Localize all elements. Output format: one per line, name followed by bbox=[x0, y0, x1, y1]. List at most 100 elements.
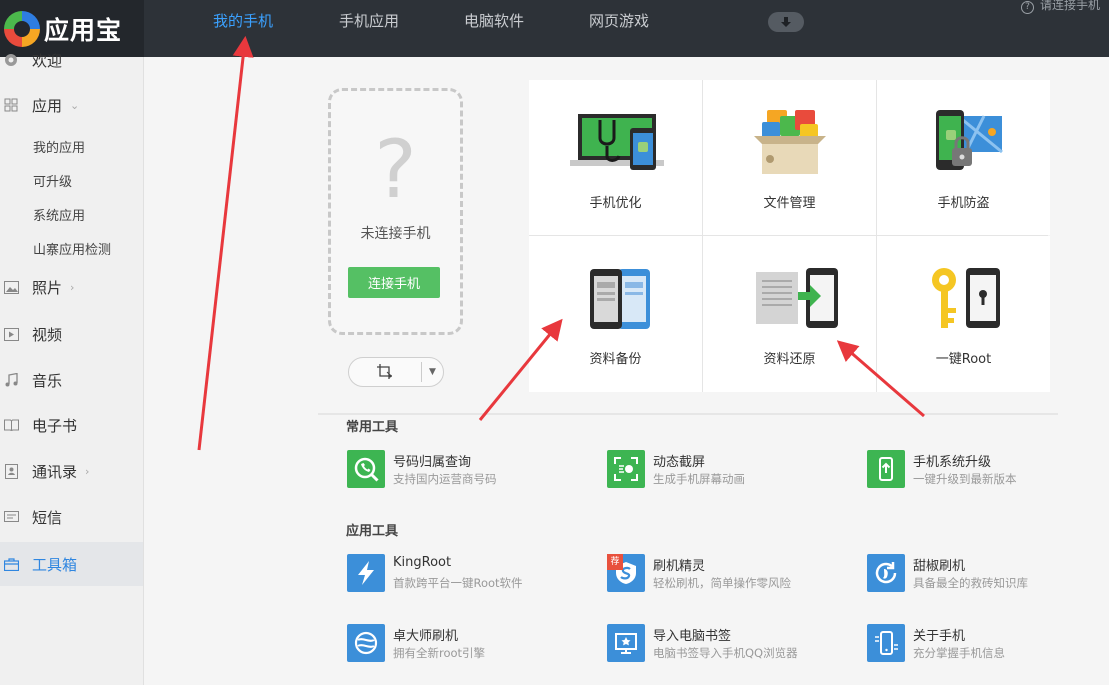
sidebar-item-label: 应用 bbox=[32, 96, 63, 115]
section-title-common-tools: 常用工具 bbox=[346, 420, 399, 435]
key-phone-icon bbox=[877, 266, 1050, 336]
connect-hint[interactable]: ? 请连接手机 bbox=[1021, 0, 1100, 14]
phone-info-icon bbox=[867, 624, 905, 662]
tool-name: 号码归属查询 bbox=[393, 455, 472, 470]
tool-system-upgrade[interactable]: 手机系统升级 一键升级到最新版本 bbox=[867, 450, 1109, 494]
tool-number-lookup[interactable]: 号码归属查询 支持国内运营商号码 bbox=[347, 450, 607, 494]
sidebar-sub-fake-app-check[interactable]: 山寨应用检测 bbox=[33, 239, 111, 258]
phone-lock-map-icon bbox=[877, 106, 1050, 176]
sidebar-item-music[interactable]: 音乐 bbox=[0, 360, 143, 400]
sidebar-item-sms[interactable]: 短信 bbox=[0, 497, 143, 537]
feature-one-click-root[interactable]: 一键Root bbox=[877, 236, 1050, 392]
lightning-icon bbox=[347, 554, 385, 592]
screenshot-button[interactable]: ▼ bbox=[348, 357, 444, 387]
feature-label: 一键Root bbox=[935, 352, 992, 367]
sidebar-item-label: 工具箱 bbox=[32, 555, 78, 574]
backup-phones-icon bbox=[529, 266, 702, 336]
contacts-icon bbox=[3, 463, 19, 479]
section-divider bbox=[318, 413, 1058, 415]
sidebar-item-label: 通讯录 bbox=[32, 462, 78, 481]
screen-capture-icon bbox=[607, 450, 645, 488]
feature-data-backup[interactable]: 资料备份 bbox=[529, 236, 702, 392]
tool-desc: 支持国内运营商号码 bbox=[393, 472, 497, 486]
sidebar-item-apps[interactable]: 应用 ⌄ bbox=[0, 85, 143, 125]
feature-file-manager[interactable]: 文件管理 bbox=[703, 80, 876, 235]
tool-name: 导入电脑书签 bbox=[653, 629, 732, 644]
tool-kingroot[interactable]: KingRoot 首款跨平台一键Root软件 bbox=[347, 554, 607, 598]
tool-about-phone[interactable]: 关于手机 充分掌握手机信息 bbox=[867, 624, 1109, 668]
feature-label: 文件管理 bbox=[763, 196, 816, 211]
grid-icon bbox=[3, 97, 19, 113]
phone-connect-card: ? 未连接手机 连接手机 bbox=[328, 88, 463, 335]
tool-desc: 轻松刷机，简单操作零风险 bbox=[653, 576, 791, 590]
video-icon bbox=[3, 326, 19, 342]
sidebar-item-welcome[interactable]: 欢迎 bbox=[0, 40, 143, 80]
chevron-right-icon: › bbox=[85, 464, 90, 478]
tool-zhuo-master-flash[interactable]: 卓大师刷机 拥有全新root引擎 bbox=[347, 624, 607, 668]
orbit-icon bbox=[347, 624, 385, 662]
tool-desc: 一键升级到最新版本 bbox=[913, 472, 1017, 486]
download-button[interactable] bbox=[768, 12, 804, 32]
unknown-phone-icon: ? bbox=[374, 123, 417, 216]
feature-grid: 手机优化 文件管理 手机防盗 资料备份 资料还原 一键Root bbox=[529, 80, 1050, 392]
sidebar-item-label: 照片 bbox=[32, 278, 63, 297]
feature-phone-optimize[interactable]: 手机优化 bbox=[529, 80, 702, 235]
tool-name: 卓大师刷机 bbox=[393, 629, 459, 644]
tool-desc: 拥有全新root引擎 bbox=[393, 646, 486, 660]
top-bar: 应用宝 我的手机 手机应用 电脑软件 网页游戏 ? 请连接手机 bbox=[0, 0, 1109, 57]
tool-name: 关于手机 bbox=[913, 629, 966, 644]
sidebar-item-toolbox[interactable]: 工具箱 bbox=[0, 542, 143, 586]
sidebar-sub-my-apps[interactable]: 我的应用 bbox=[33, 137, 85, 156]
chevron-down-icon: ⌄ bbox=[70, 98, 80, 112]
book-icon bbox=[3, 417, 19, 433]
section-title-app-tools: 应用工具 bbox=[346, 524, 399, 539]
tool-tianjiao-flash[interactable]: 甜椒刷机 具备最全的救砖知识库 bbox=[867, 554, 1109, 598]
sidebar-item-contacts[interactable]: 通讯录 › bbox=[0, 451, 143, 491]
sidebar-item-label: 视频 bbox=[32, 325, 63, 344]
bookmark-screen-icon bbox=[607, 624, 645, 662]
sidebar-item-label: 欢迎 bbox=[32, 51, 63, 70]
feature-label: 手机优化 bbox=[589, 196, 642, 211]
sidebar: 欢迎 应用 ⌄ 我的应用 可升级 系统应用 山寨应用检测 照片 › 视频 音乐 … bbox=[0, 52, 144, 685]
refresh-pepper-icon bbox=[867, 554, 905, 592]
tool-flash-genie[interactable]: 荐 刷机精灵 轻松刷机，简单操作零风险 bbox=[607, 554, 867, 598]
sidebar-item-photos[interactable]: 照片 › bbox=[0, 267, 143, 307]
sidebar-sub-upgradable[interactable]: 可升级 bbox=[33, 171, 72, 190]
tool-desc: 生成手机屏幕动画 bbox=[653, 472, 745, 486]
tool-desc: 首款跨平台一键Root软件 bbox=[393, 576, 523, 590]
file-box-icon bbox=[703, 106, 876, 176]
tool-dynamic-screenshot[interactable]: 动态截屏 生成手机屏幕动画 bbox=[607, 450, 867, 494]
feature-label: 资料备份 bbox=[589, 352, 642, 367]
toolbox-icon bbox=[3, 556, 19, 572]
connect-phone-button[interactable]: 连接手机 bbox=[348, 267, 440, 298]
screenshot-icon bbox=[349, 363, 421, 381]
sidebar-item-label: 电子书 bbox=[32, 416, 78, 435]
nav-pc-software[interactable]: 电脑软件 bbox=[464, 10, 524, 31]
phone-search-icon bbox=[347, 450, 385, 488]
phone-upgrade-icon bbox=[867, 450, 905, 488]
feature-data-restore[interactable]: 资料还原 bbox=[703, 236, 876, 392]
help-icon: ? bbox=[1021, 1, 1034, 14]
sidebar-item-ebook[interactable]: 电子书 bbox=[0, 405, 143, 445]
tool-import-bookmarks[interactable]: 导入电脑书签 电脑书签导入手机QQ浏览器 bbox=[607, 624, 867, 668]
download-icon bbox=[781, 17, 791, 27]
nav-my-phone[interactable]: 我的手机 bbox=[213, 10, 273, 31]
sidebar-item-video[interactable]: 视频 bbox=[0, 314, 143, 354]
recommended-badge: 荐 bbox=[607, 554, 623, 570]
sidebar-item-label: 短信 bbox=[32, 508, 63, 527]
sidebar-item-label: 音乐 bbox=[32, 371, 63, 390]
sidebar-sub-system-apps[interactable]: 系统应用 bbox=[33, 205, 85, 224]
feature-anti-theft[interactable]: 手机防盗 bbox=[877, 80, 1050, 235]
feature-label: 手机防盗 bbox=[937, 196, 990, 211]
annotation-arrow-nav bbox=[197, 35, 254, 451]
music-icon bbox=[3, 372, 19, 388]
nav-phone-apps[interactable]: 手机应用 bbox=[339, 10, 399, 31]
phone-status: 未连接手机 bbox=[360, 226, 431, 242]
caret-down-icon[interactable]: ▼ bbox=[422, 367, 443, 377]
connect-hint-text: 请连接手机 bbox=[1040, 0, 1101, 12]
tool-name: 动态截屏 bbox=[653, 455, 706, 470]
message-icon bbox=[3, 509, 19, 525]
nav-web-games[interactable]: 网页游戏 bbox=[589, 10, 649, 31]
welcome-icon bbox=[3, 52, 19, 68]
feature-label: 资料还原 bbox=[763, 352, 816, 367]
